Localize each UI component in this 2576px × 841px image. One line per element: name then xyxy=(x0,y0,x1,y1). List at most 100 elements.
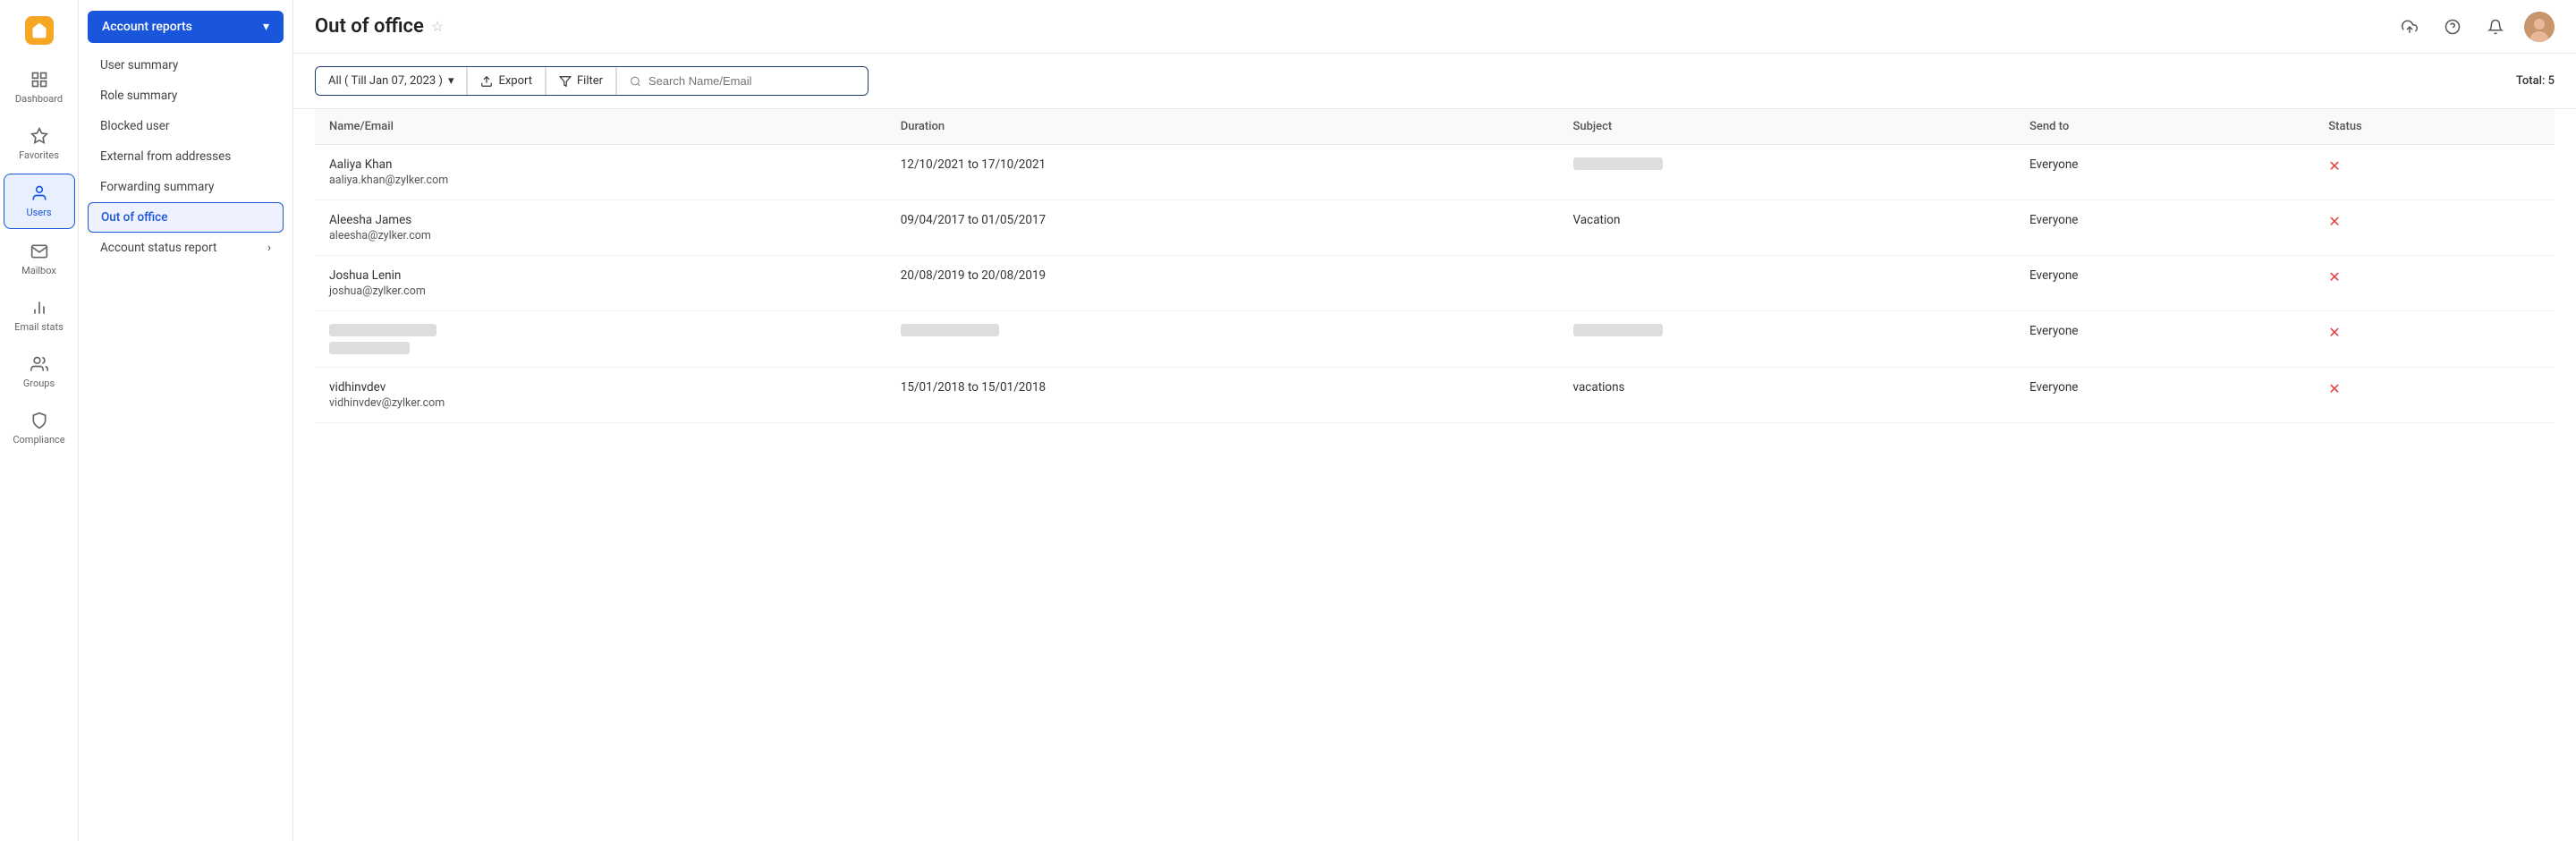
cell-name-email: Aaliya Khanaaliya.khan@zylker.com xyxy=(315,145,886,200)
user-name: Aleesha James xyxy=(329,213,872,227)
toolbar: All ( Till Jan 07, 2023 ) ▾ Export Filte… xyxy=(293,54,2576,109)
date-filter-label: All ( Till Jan 07, 2023 ) xyxy=(328,74,443,88)
cell-status: ✕ xyxy=(2314,311,2555,368)
sidebar-nav: Dashboard Favorites Users xyxy=(0,61,78,454)
chevron-right-icon: › xyxy=(267,241,271,255)
cell-send-to: Everyone xyxy=(2015,311,2314,368)
main-content: Out of office ☆ xyxy=(293,0,2576,841)
filter-icon xyxy=(559,75,572,88)
search-box xyxy=(617,67,868,95)
cell-duration: 09/04/2017 to 01/05/2017 xyxy=(886,200,1559,256)
filter-button[interactable]: Filter xyxy=(547,67,616,95)
mailbox-icon xyxy=(30,242,49,261)
cell-subject: Vacation xyxy=(1559,200,2016,256)
col-send-to: Send to xyxy=(2015,109,2314,145)
user-name: Joshua Lenin xyxy=(329,268,872,283)
sidebar-item-users-label: Users xyxy=(26,207,51,218)
cell-status: ✕ xyxy=(2314,145,2555,200)
export-icon xyxy=(480,75,493,88)
sidebar-item-dashboard[interactable]: Dashboard xyxy=(4,61,75,114)
star-icon[interactable]: ☆ xyxy=(431,18,444,35)
status-inactive-icon: ✕ xyxy=(2328,268,2340,285)
logo-icon xyxy=(25,16,54,45)
avatar[interactable] xyxy=(2524,12,2555,42)
cell-send-to: Everyone xyxy=(2015,368,2314,423)
sidebar-item-dashboard-label: Dashboard xyxy=(15,93,63,105)
app-logo xyxy=(0,7,78,54)
export-button[interactable]: Export xyxy=(468,67,546,95)
cell-duration: 20/08/2019 to 20/08/2019 xyxy=(886,256,1559,311)
table-row: Everyone✕ xyxy=(315,311,2555,368)
out-of-office-table: Name/Email Duration Subject Send to Stat… xyxy=(315,109,2555,423)
cell-duration xyxy=(886,311,1559,368)
cell-status: ✕ xyxy=(2314,256,2555,311)
upload-icon[interactable] xyxy=(2395,13,2424,41)
account-reports-header[interactable]: Account reports ▾ xyxy=(88,11,284,43)
toolbar-left: All ( Till Jan 07, 2023 ) ▾ Export Filte… xyxy=(315,66,869,96)
table-row: Joshua Lenin joshua@zylker.com 20/08/2019 … xyxy=(315,256,2555,311)
chevron-down-icon: ▾ xyxy=(263,20,269,34)
date-filter-chevron: ▾ xyxy=(448,74,454,88)
cell-name-email: Aleesha James aleesha@zylker.com xyxy=(315,200,886,256)
cell-subject xyxy=(1559,256,2016,311)
sidebar-item-users[interactable]: Users xyxy=(4,174,75,228)
user-email: joshua@zylker.com xyxy=(329,285,872,298)
cell-name-email xyxy=(315,311,886,368)
cell-send-to: Everyone xyxy=(2015,256,2314,311)
table-row: vidhinvdevvidhinvdev@zylker.com15/01/201… xyxy=(315,368,2555,423)
cell-subject: vacations xyxy=(1559,368,2016,423)
sidebar-item-compliance[interactable]: Compliance xyxy=(4,402,75,454)
email-stats-icon xyxy=(30,298,49,318)
sidebar-item-mailbox[interactable]: Mailbox xyxy=(4,233,75,285)
cell-duration: 15/01/2018 to 15/01/2018 xyxy=(886,368,1559,423)
header-actions xyxy=(2395,12,2555,42)
nav-item-blocked-user[interactable]: Blocked user xyxy=(79,111,292,141)
status-inactive-icon: ✕ xyxy=(2328,213,2340,230)
table-row: Aleesha James aleesha@zylker.com 09/04/201… xyxy=(315,200,2555,256)
sidebar-item-compliance-label: Compliance xyxy=(13,434,64,446)
date-filter-button[interactable]: All ( Till Jan 07, 2023 ) ▾ xyxy=(316,67,467,95)
total-count: Total: 5 xyxy=(2516,74,2555,88)
sidebar-item-email-stats-label: Email stats xyxy=(14,321,64,333)
search-input[interactable] xyxy=(648,74,855,88)
nav-item-external-from[interactable]: External from addresses xyxy=(79,141,292,172)
table-row: Aaliya Khanaaliya.khan@zylker.com12/10/2… xyxy=(315,145,2555,200)
status-inactive-icon: ✕ xyxy=(2328,380,2340,397)
user-email: aleesha@zylker.com xyxy=(329,229,872,242)
sidebar: Dashboard Favorites Users xyxy=(0,0,79,841)
col-name-email: Name/Email xyxy=(315,109,886,145)
search-icon xyxy=(630,75,641,88)
user-email: aaliya.khan@zylker.com xyxy=(329,174,872,187)
col-subject: Subject xyxy=(1559,109,2016,145)
nav-item-out-of-office[interactable]: Out of office xyxy=(88,202,284,233)
col-status: Status xyxy=(2314,109,2555,145)
cell-status: ✕ xyxy=(2314,368,2555,423)
groups-icon xyxy=(30,354,49,374)
col-duration: Duration xyxy=(886,109,1559,145)
cell-name-email: vidhinvdevvidhinvdev@zylker.com xyxy=(315,368,886,423)
sidebar-item-favorites[interactable]: Favorites xyxy=(4,117,75,170)
users-icon xyxy=(30,183,49,203)
nav-item-role-summary[interactable]: Role summary xyxy=(79,81,292,111)
notification-icon[interactable] xyxy=(2481,13,2510,41)
cell-name-email: Joshua Lenin joshua@zylker.com xyxy=(315,256,886,311)
cell-duration: 12/10/2021 to 17/10/2021 xyxy=(886,145,1559,200)
cell-send-to: Everyone xyxy=(2015,145,2314,200)
sidebar-item-groups[interactable]: Groups xyxy=(4,345,75,398)
cell-subject xyxy=(1559,311,2016,368)
cell-send-to: Everyone xyxy=(2015,200,2314,256)
status-inactive-icon: ✕ xyxy=(2328,157,2340,174)
help-icon[interactable] xyxy=(2438,13,2467,41)
sidebar-item-email-stats[interactable]: Email stats xyxy=(4,289,75,342)
dashboard-icon xyxy=(30,70,49,89)
cell-subject xyxy=(1559,145,2016,200)
nav-item-account-status[interactable]: Account status report › xyxy=(79,233,292,263)
table-container: Name/Email Duration Subject Send to Stat… xyxy=(293,109,2576,841)
user-email: vidhinvdev@zylker.com xyxy=(329,396,872,410)
page-header: Out of office ☆ xyxy=(293,0,2576,54)
table-header-row: Name/Email Duration Subject Send to Stat… xyxy=(315,109,2555,145)
nav-item-forwarding-summary[interactable]: Forwarding summary xyxy=(79,172,292,202)
nav-item-user-summary[interactable]: User summary xyxy=(79,50,292,81)
sidebar-item-groups-label: Groups xyxy=(23,378,55,389)
account-status-label: Account status report xyxy=(100,241,216,255)
